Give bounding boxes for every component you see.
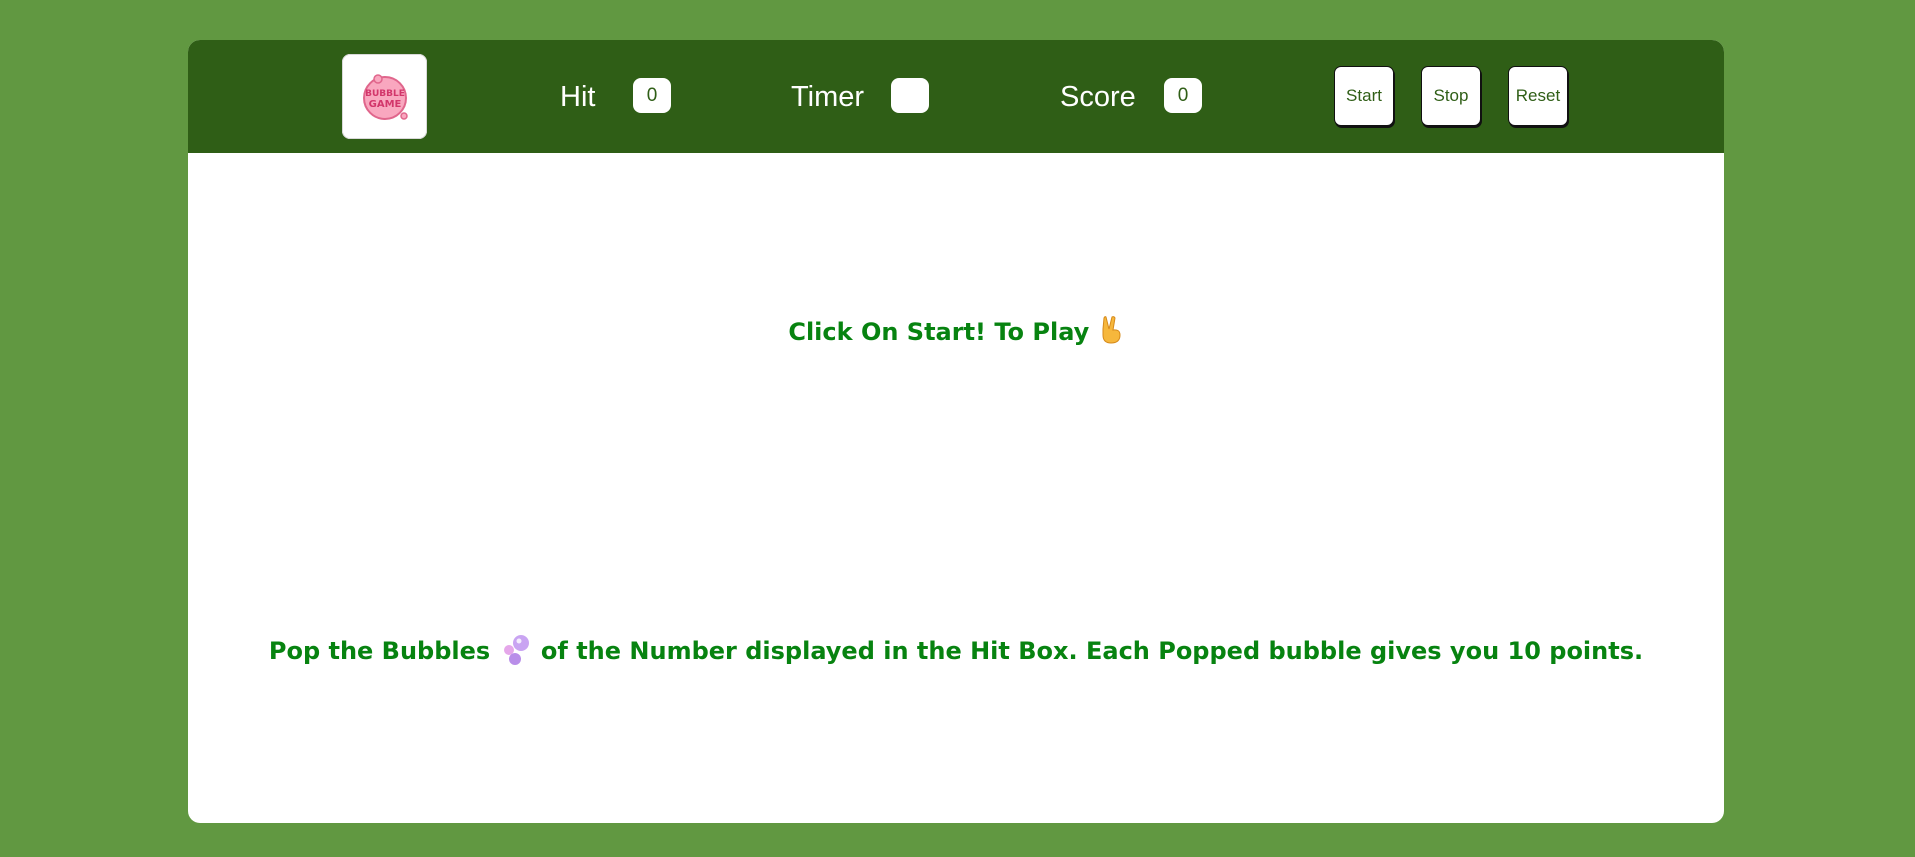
instruction-text-part1: Pop the Bubbles	[268, 637, 491, 665]
stop-button[interactable]: Stop	[1421, 66, 1481, 126]
hit-value: 0	[633, 78, 671, 113]
instruction-text-part2: of the Number displayed in the Hit Box. …	[540, 637, 1644, 665]
score-label: Score	[1060, 80, 1136, 113]
start-message-text: Click On Start! To Play	[788, 318, 1090, 346]
svg-text:GAME: GAME	[368, 99, 401, 110]
svg-text:BUBBLE: BUBBLE	[365, 89, 405, 99]
timer-label: Timer	[791, 80, 865, 113]
victory-hand-icon	[1098, 315, 1124, 351]
bubbles-icon	[499, 632, 533, 672]
start-message: Click On Start! To Play	[188, 315, 1724, 351]
score-group: Score 0	[1060, 78, 1210, 116]
game-logo: BUBBLE GAME	[342, 54, 427, 139]
bubble-game-logo-icon: BUBBLE GAME	[362, 73, 408, 120]
score-value: 0	[1164, 78, 1202, 113]
top-panel: BUBBLE GAME Hit 0 Timer Score 0 Start St…	[188, 40, 1724, 153]
hit-group: Hit 0	[560, 78, 680, 116]
hit-label: Hit	[560, 80, 596, 113]
timer-value	[891, 78, 929, 113]
game-container: BUBBLE GAME Hit 0 Timer Score 0 Start St…	[188, 40, 1724, 823]
reset-button[interactable]: Reset	[1508, 66, 1568, 126]
timer-group: Timer	[791, 78, 951, 116]
start-button[interactable]: Start	[1334, 66, 1394, 126]
instruction-message: Pop the Bubbles of the Number displayed …	[188, 632, 1724, 672]
